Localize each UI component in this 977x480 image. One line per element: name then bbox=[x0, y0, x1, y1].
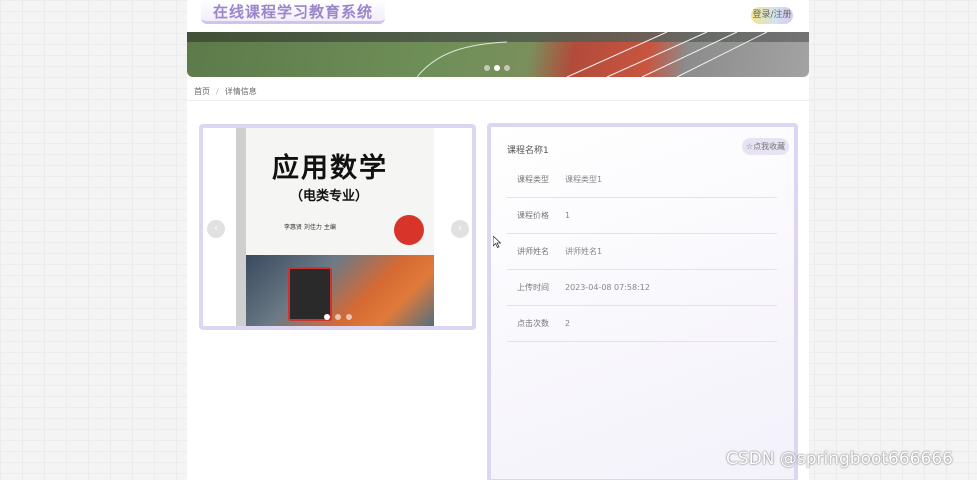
banner-dot-active[interactable] bbox=[494, 65, 500, 71]
book-spine bbox=[236, 128, 246, 326]
favorite-button[interactable]: ☆点我收藏 bbox=[742, 138, 789, 155]
detail-row-click-count: 点击次数 2 bbox=[507, 306, 777, 342]
detail-row-course-type: 课程类型 课程类型1 bbox=[507, 162, 777, 198]
banner-carousel[interactable] bbox=[187, 32, 809, 77]
field-value: 2023-04-08 07:58:12 bbox=[565, 283, 650, 292]
detail-row-course-price: 课程价格 1 bbox=[507, 198, 777, 234]
field-value: 1 bbox=[565, 211, 571, 220]
book-subtitle: （电类专业） bbox=[290, 189, 369, 204]
field-label: 课程价格 bbox=[517, 211, 549, 220]
mouse-cursor-icon bbox=[493, 236, 501, 248]
breadcrumb: 首页 / 详情信息 bbox=[187, 83, 809, 101]
book-authors: 李惠贤 刘佳力 主编 bbox=[284, 224, 336, 231]
breadcrumb-current: 详情信息 bbox=[224, 87, 257, 96]
field-label: 讲师姓名 bbox=[517, 247, 549, 256]
banner-dot[interactable] bbox=[484, 65, 490, 71]
field-label: 课程类型 bbox=[517, 175, 549, 184]
detail-field-list: 课程类型 课程类型1 课程价格 1 讲师姓名 讲师姓名1 上传时间 2023-0… bbox=[507, 162, 777, 342]
book-title: 应用数学 bbox=[272, 153, 388, 184]
image-carousel[interactable]: 应用数学 （电类专业） 李惠贤 刘佳力 主编 ‹ › bbox=[199, 124, 476, 330]
carousel-prev-icon[interactable]: ‹ bbox=[207, 220, 225, 238]
course-name: 课程名称1 bbox=[507, 146, 549, 156]
carousel-dot[interactable] bbox=[335, 314, 341, 320]
breadcrumb-home[interactable]: 首页 bbox=[194, 87, 210, 96]
carousel-dot[interactable] bbox=[346, 314, 352, 320]
course-detail-panel: 课程名称1 ☆点我收藏 课程类型 课程类型1 课程价格 1 讲师姓名 讲师姓名1… bbox=[487, 123, 798, 480]
carousel-next-icon[interactable]: › bbox=[451, 220, 469, 238]
detail-row-teacher-name: 讲师姓名 讲师姓名1 bbox=[507, 234, 777, 270]
book-badge bbox=[394, 215, 424, 245]
field-label: 点击次数 bbox=[517, 319, 549, 328]
banner-indicators bbox=[484, 65, 510, 71]
detail-row-upload-time: 上传时间 2023-04-08 07:58:12 bbox=[507, 270, 777, 306]
banner-dot[interactable] bbox=[504, 65, 510, 71]
carousel-dot-active[interactable] bbox=[324, 314, 330, 320]
site-title[interactable]: 在线课程学习教育系统 bbox=[201, 0, 386, 24]
field-value: 2 bbox=[565, 319, 571, 328]
watermark: CSDN @springboot666666 bbox=[726, 449, 953, 469]
header: 在线课程学习教育系统 登录/注册 bbox=[187, 0, 809, 32]
login-register-button[interactable]: 登录/注册 bbox=[751, 7, 793, 24]
field-value: 讲师姓名1 bbox=[565, 247, 603, 256]
breadcrumb-separator: / bbox=[216, 87, 219, 96]
field-value: 课程类型1 bbox=[565, 175, 603, 184]
book-cover-image: 应用数学 （电类专业） 李惠贤 刘佳力 主编 bbox=[236, 128, 434, 326]
carousel-indicators bbox=[324, 314, 352, 320]
field-label: 上传时间 bbox=[517, 283, 549, 292]
